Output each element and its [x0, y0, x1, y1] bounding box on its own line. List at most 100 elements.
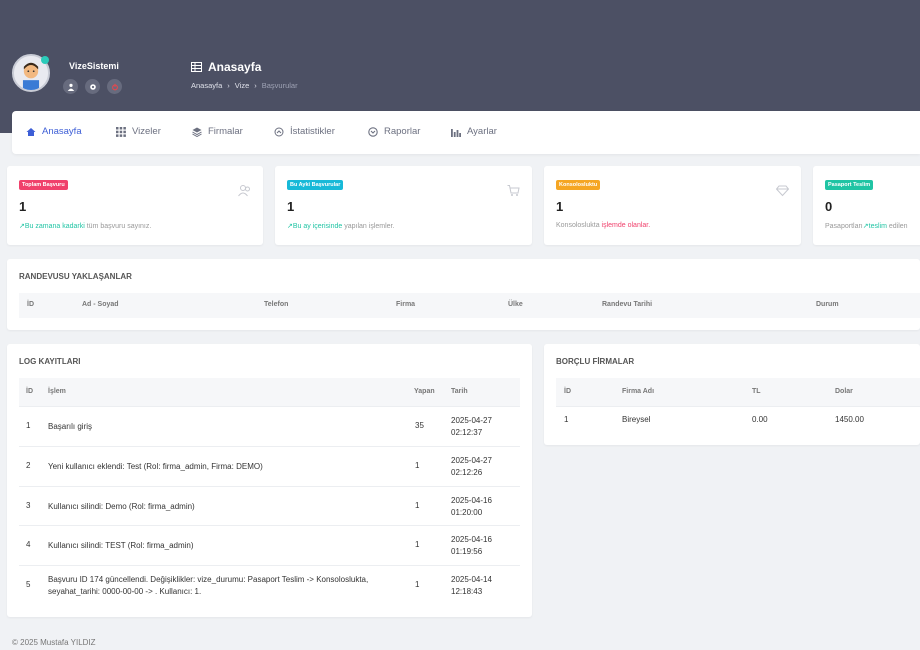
cell-by: 1 — [415, 540, 420, 549]
page-title: Anasayfa — [208, 60, 262, 74]
gear-icon — [89, 83, 96, 90]
column-header[interactable]: İşlem — [48, 388, 66, 395]
bar-chart-icon — [451, 128, 461, 137]
diamond-icon — [776, 185, 789, 197]
stat-badge: Bu Ayki Başvurular — [287, 180, 344, 190]
column-header[interactable]: Durum — [816, 301, 839, 308]
table-icon — [191, 62, 202, 72]
nav-label: Firmalar — [208, 126, 243, 137]
nav-label: Anasayfa — [42, 126, 82, 137]
stat-card-total[interactable]: Toplam Başvuru 1 ↗Bu zamana kadarki tüm … — [7, 166, 263, 245]
table-row[interactable]: 1 Bireysel 0.00 1450.00 — [556, 406, 920, 432]
stat-description: ↗Bu zamana kadarki tüm başvuru sayınız. — [19, 223, 152, 230]
column-header[interactable]: Yapan — [414, 388, 435, 395]
stat-value: 1 — [556, 199, 564, 214]
stat-card-passport[interactable]: Pasaport Teslim 0 Pasaportları↗teslim ed… — [813, 166, 920, 245]
cell-id: 3 — [26, 501, 31, 510]
cell-date: 2025-04-16 01:20:00 — [451, 496, 492, 517]
online-status-dot — [41, 56, 49, 64]
column-header[interactable]: TL — [752, 388, 761, 395]
breadcrumb: Anasayfa › Vize › Başvurular — [191, 81, 298, 90]
column-header[interactable]: Ad - Soyad — [82, 301, 119, 308]
chevron-circle-icon — [368, 126, 378, 137]
column-header[interactable]: Tarih — [451, 388, 468, 395]
breadcrumb-vize[interactable]: Vize — [235, 81, 249, 90]
stat-badge: Pasaport Teslim — [825, 180, 874, 190]
table-row[interactable]: 1 Başarılı giriş 35 2025-04-27 02:12:37 — [19, 406, 520, 446]
cell-date: 2025-04-27 02:12:37 — [451, 416, 492, 437]
nav-label: Vizeler — [132, 126, 161, 137]
stat-card-consulate[interactable]: Konsolosluktu 1 Konsoloslukta işlemde ol… — [544, 166, 801, 245]
cell-date: 2025-04-27 02:12:26 — [451, 456, 492, 477]
cell-usd: 1450.00 — [835, 415, 864, 424]
cell-id: 2 — [26, 461, 31, 470]
table-header: İD İşlem Yapan Tarih — [19, 378, 520, 406]
stat-description: Pasaportları↗teslim edilen — [825, 223, 908, 230]
column-header[interactable]: İD — [27, 301, 34, 308]
layers-icon — [192, 127, 202, 137]
table-row[interactable]: 4 Kullanıcı silindi: TEST (Rol: firma_ad… — [19, 525, 520, 565]
chart-badge-icon — [274, 127, 284, 136]
cell-firm-name: Bireysel — [622, 415, 651, 424]
page-title-group: Anasayfa — [191, 60, 261, 74]
column-header[interactable]: Firma Adı — [622, 388, 654, 395]
chevron-right-icon: › — [227, 81, 230, 90]
cell-by: 1 — [415, 580, 420, 589]
column-header[interactable]: Randevu Tarihi — [602, 301, 652, 308]
cell-date: 2025-04-14 12:18:43 — [451, 575, 492, 596]
settings-button[interactable] — [85, 79, 100, 94]
username: VizeSistemi — [69, 61, 119, 71]
stat-value: 1 — [19, 199, 27, 214]
footer-copyright: © 2025 Mustafa YILDIZ — [12, 638, 96, 647]
table-row[interactable]: 2 Yeni kullanıcı eklendi: Test (Rol: fir… — [19, 446, 520, 486]
stat-value: 0 — [825, 199, 833, 214]
debtors-card: BORÇLU FİRMALAR İD Firma Adı TL Dolar 1 … — [544, 344, 920, 445]
cart-icon — [507, 185, 520, 196]
grid-icon — [116, 126, 126, 137]
stat-card-monthly[interactable]: Bu Ayki Başvurular 1 ↗Bu ay içerisinde y… — [275, 166, 532, 245]
table-row[interactable]: 3 Kullanıcı silindi: Demo (Rol: firma_ad… — [19, 486, 520, 526]
cell-action: Kullanıcı silindi: TEST (Rol: firma_admi… — [48, 541, 194, 550]
power-icon — [111, 83, 118, 90]
nav-label: Raporlar — [384, 126, 421, 137]
stat-badge: Toplam Başvuru — [19, 180, 68, 190]
breadcrumb-home[interactable]: Anasayfa — [191, 81, 222, 90]
nav-item-firmalar[interactable]: Firmalar — [192, 126, 243, 137]
breadcrumb-current: Başvurular — [261, 81, 298, 90]
section-title: LOG KAYITLARI — [19, 357, 81, 366]
column-header[interactable]: İD — [564, 388, 571, 395]
nav-item-anasayfa[interactable]: Anasayfa — [26, 126, 82, 137]
user-icon — [67, 83, 74, 91]
nav-label: İstatistikler — [290, 126, 335, 137]
logs-card: LOG KAYITLARI İD İşlem Yapan Tarih 1 Baş… — [7, 344, 532, 617]
nav-item-ayarlar[interactable]: Ayarlar — [451, 126, 497, 137]
table-header: İD Firma Adı TL Dolar — [556, 378, 920, 406]
cell-action: Başvuru ID 174 güncellendi. Değişiklikle… — [48, 575, 369, 596]
appointments-card: RANDEVUSU YAKLAŞANLAR İD Ad - Soyad Tele… — [7, 259, 920, 330]
column-header[interactable]: Telefon — [264, 301, 288, 308]
user-actions — [63, 79, 122, 94]
cell-id: 1 — [26, 421, 31, 430]
cell-tl: 0.00 — [752, 415, 768, 424]
column-header[interactable]: Firma — [396, 301, 415, 308]
cell-action: Yeni kullanıcı eklendi: Test (Rol: firma… — [48, 462, 263, 471]
profile-button[interactable] — [63, 79, 78, 94]
column-header[interactable]: İD — [26, 388, 33, 395]
cell-date: 2025-04-16 01:19:56 — [451, 535, 492, 556]
section-title: RANDEVUSU YAKLAŞANLAR — [19, 272, 132, 281]
nav-item-istatistikler[interactable]: İstatistikler — [274, 126, 335, 137]
column-header[interactable]: Dolar — [835, 388, 853, 395]
stat-description: ↗Bu ay içerisinde yapılan işlemler. — [287, 223, 395, 230]
cell-action: Başarılı giriş — [48, 422, 93, 431]
table-row[interactable]: 5 Başvuru ID 174 güncellendi. Değişiklik… — [19, 565, 520, 605]
nav-item-vizeler[interactable]: Vizeler — [116, 126, 161, 137]
column-header[interactable]: Ülke — [508, 301, 523, 308]
cell-id: 4 — [26, 540, 31, 549]
stat-value: 1 — [287, 199, 295, 214]
nav-item-raporlar[interactable]: Raporlar — [368, 126, 420, 137]
cell-id: 1 — [564, 415, 569, 424]
home-icon — [26, 127, 36, 136]
logout-button[interactable] — [107, 79, 122, 94]
users-icon — [238, 185, 250, 197]
stat-description: Konsoloslukta işlemde olanlar. — [556, 222, 651, 229]
